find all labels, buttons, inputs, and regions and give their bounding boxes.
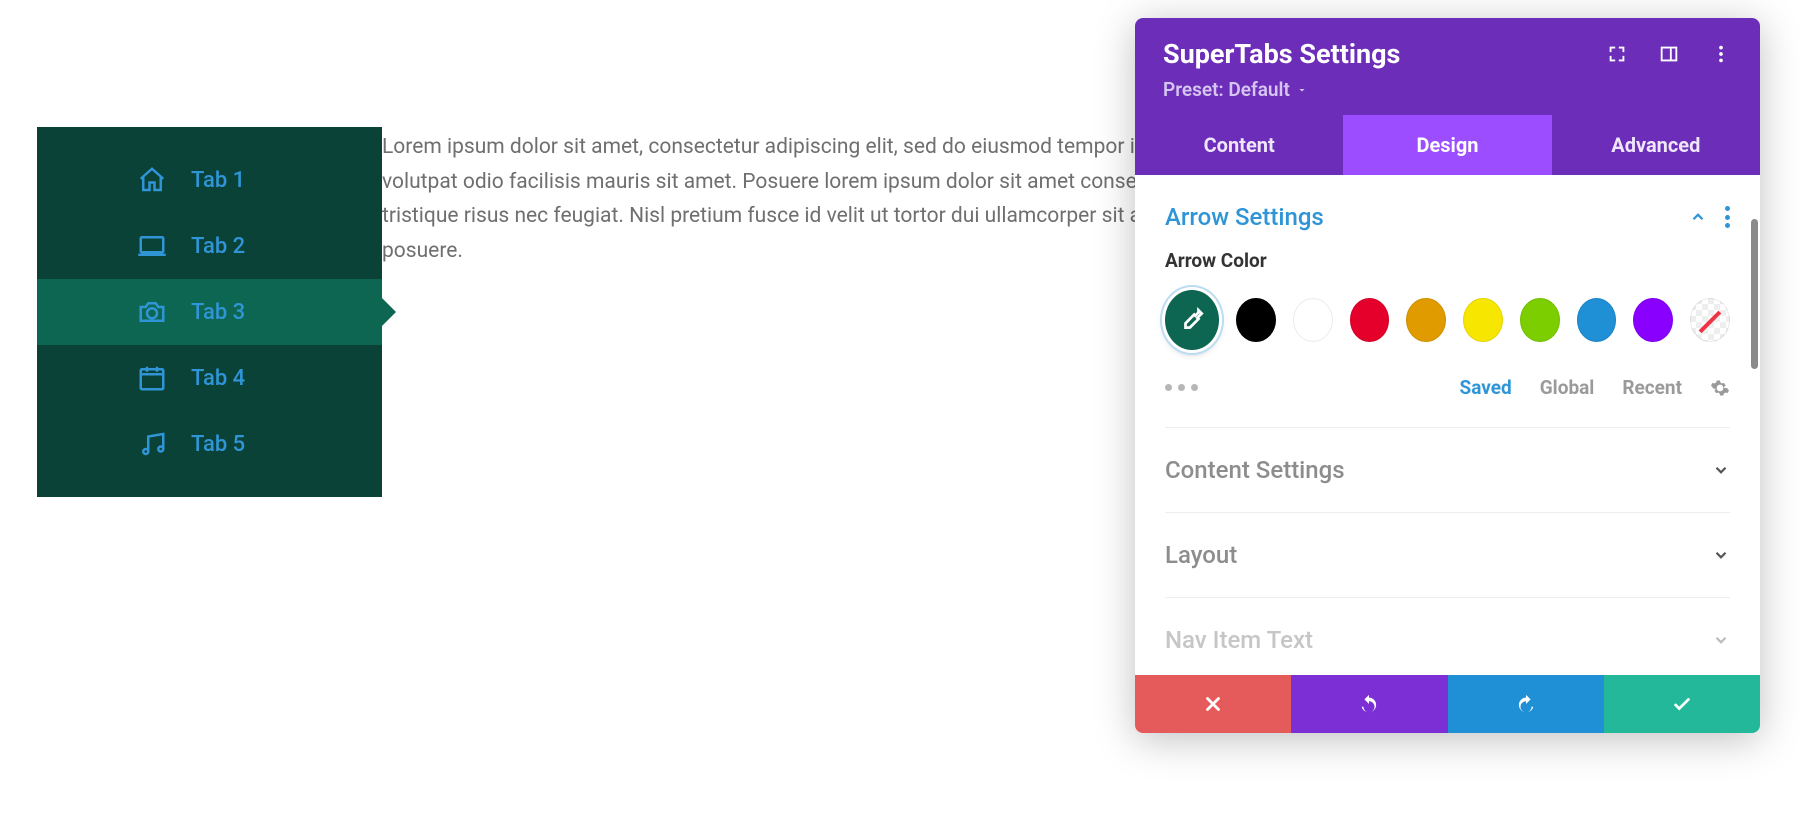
- tab-item-5[interactable]: Tab 5: [37, 411, 382, 477]
- field-label-arrow-color: Arrow Color: [1165, 249, 1730, 272]
- music-icon: [137, 429, 167, 459]
- section-title: Layout: [1165, 541, 1237, 569]
- fullscreen-icon[interactable]: [1606, 43, 1628, 65]
- tab-item-4[interactable]: Tab 4: [37, 345, 382, 411]
- chevron-down-icon: [1712, 461, 1730, 479]
- tab-nav: Tab 1 Tab 2 Tab 3 Tab 4 Tab 5: [37, 127, 382, 497]
- section-nav-item-text[interactable]: Nav Item Text: [1165, 597, 1730, 675]
- section-arrow-settings[interactable]: Arrow Settings: [1165, 199, 1730, 249]
- chevron-down-icon: [1712, 631, 1730, 649]
- laptop-icon: [137, 231, 167, 261]
- color-swatches: [1165, 290, 1730, 350]
- color-swatch-yellow[interactable]: [1463, 298, 1503, 342]
- redo-button[interactable]: [1448, 675, 1604, 733]
- undo-button[interactable]: [1291, 675, 1447, 733]
- chevron-down-icon: [1296, 84, 1308, 96]
- panel-title: SuperTabs Settings: [1163, 38, 1400, 70]
- color-swatch-orange[interactable]: [1406, 298, 1446, 342]
- home-icon: [137, 165, 167, 195]
- section-title: Content Settings: [1165, 456, 1345, 484]
- chevron-up-icon: [1689, 208, 1707, 226]
- eyedropper-icon: [1179, 307, 1205, 333]
- palette-tab-global[interactable]: Global: [1540, 376, 1595, 399]
- color-swatch-green[interactable]: [1520, 298, 1560, 342]
- tab-item-3[interactable]: Tab 3: [37, 279, 382, 345]
- tab-label: Tab 5: [191, 432, 245, 457]
- color-swatch-red[interactable]: [1350, 298, 1390, 342]
- cancel-button[interactable]: [1135, 675, 1291, 733]
- section-layout[interactable]: Layout: [1165, 512, 1730, 597]
- undo-icon: [1358, 693, 1380, 715]
- color-swatch-blue[interactable]: [1577, 298, 1617, 342]
- tab-item-2[interactable]: Tab 2: [37, 213, 382, 279]
- panel-tabs: Content Design Advanced: [1135, 115, 1760, 175]
- check-icon: [1671, 693, 1693, 715]
- preset-label: Preset: Default: [1163, 78, 1290, 101]
- section-more-icon[interactable]: [1725, 206, 1730, 228]
- palette-pager[interactable]: [1165, 384, 1198, 391]
- more-vertical-icon[interactable]: [1710, 43, 1732, 65]
- settings-panel: SuperTabs Settings Preset: Default Conte…: [1135, 18, 1760, 733]
- tab-label: Tab 4: [191, 366, 245, 391]
- color-swatch-transparent[interactable]: [1690, 298, 1730, 342]
- close-icon: [1202, 693, 1224, 715]
- tab-label: Tab 3: [191, 300, 245, 325]
- color-swatch-purple[interactable]: [1633, 298, 1673, 342]
- color-swatch-teal[interactable]: [1165, 290, 1219, 350]
- panel-header: SuperTabs Settings Preset: Default: [1135, 18, 1760, 115]
- palette-tab-recent[interactable]: Recent: [1622, 376, 1682, 399]
- gear-icon[interactable]: [1710, 378, 1730, 398]
- tab-label: Tab 2: [191, 234, 245, 259]
- panel-tab-content[interactable]: Content: [1135, 115, 1343, 175]
- section-title: Arrow Settings: [1165, 203, 1324, 231]
- dock-icon[interactable]: [1658, 43, 1680, 65]
- redo-icon: [1515, 693, 1537, 715]
- tab-item-1[interactable]: Tab 1: [37, 147, 382, 213]
- calendar-icon: [137, 363, 167, 393]
- color-swatch-black[interactable]: [1236, 298, 1276, 342]
- panel-tab-design[interactable]: Design: [1343, 115, 1551, 175]
- palette-tab-saved[interactable]: Saved: [1460, 376, 1512, 399]
- panel-action-bar: [1135, 675, 1760, 733]
- preset-selector[interactable]: Preset: Default: [1163, 78, 1732, 101]
- camera-icon: [137, 297, 167, 327]
- color-swatch-white[interactable]: [1293, 298, 1333, 342]
- chevron-down-icon: [1712, 546, 1730, 564]
- panel-tab-advanced[interactable]: Advanced: [1552, 115, 1760, 175]
- section-title: Nav Item Text: [1165, 626, 1313, 654]
- scrollbar-thumb[interactable]: [1751, 219, 1758, 369]
- confirm-button[interactable]: [1604, 675, 1760, 733]
- tab-label: Tab 1: [191, 168, 245, 193]
- section-content-settings[interactable]: Content Settings: [1165, 427, 1730, 512]
